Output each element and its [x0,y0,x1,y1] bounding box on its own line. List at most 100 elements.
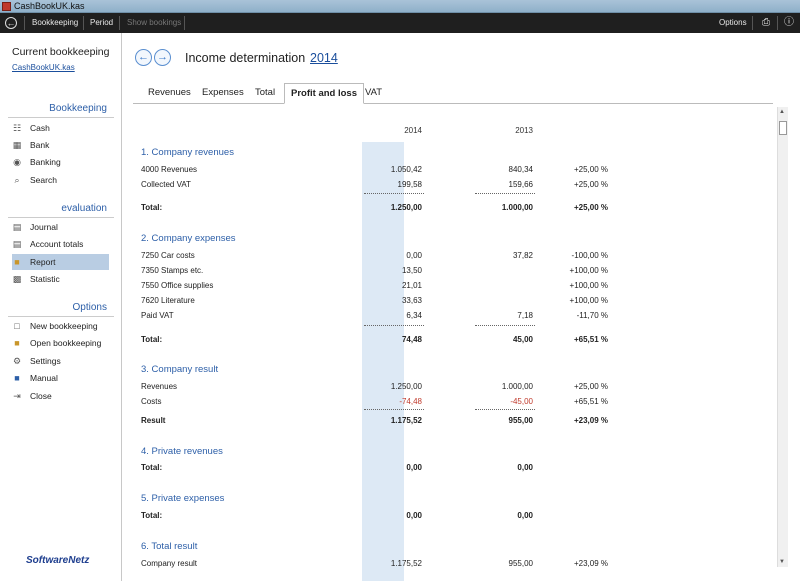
menu-separator [119,16,120,30]
scroll-thumb[interactable] [779,121,787,135]
column-header-2013: 2013 [515,126,533,135]
row-label: Company result [141,559,198,568]
value-2013: 840,34 [508,165,533,174]
value-change: +65,51 % [573,397,608,406]
section-title: 1. Company revenues [141,147,234,158]
sidebar-item-close[interactable]: ⇥ Close [12,388,109,404]
row-label: 7350 Stamps etc. [141,266,204,275]
globe-icon: ◉ [13,157,21,167]
dotted-separator [475,409,535,410]
menu-options[interactable]: Options [719,18,747,27]
current-file-link[interactable]: CashBookUK.kas [12,63,75,72]
sidebar-item-cash[interactable]: ☷ Cash [12,120,109,136]
sidebar-item-search[interactable]: ⌕ Search [12,172,109,188]
sidebar-item-label: Cash [30,123,50,133]
value-2014: 0,00 [406,251,422,260]
total-2014: 1.250,00 [390,203,422,212]
menu-separator [752,16,753,30]
menu-separator [24,16,25,30]
info-icon[interactable]: ⓘ [782,16,796,30]
section-evaluation: evaluation [61,203,107,214]
value-change: -100,00 % [571,251,608,260]
section-options: Options [72,302,107,313]
menu-separator [83,16,84,30]
sidebar-item-new-bookkeeping[interactable]: □ New bookkeeping [12,318,109,334]
sidebar-item-label: Search [30,175,57,185]
tab-bar: Revenues Expenses Total Profit and loss … [133,83,773,104]
page-year-link[interactable]: 2014 [310,51,338,65]
value-change: +25,00 % [573,165,608,174]
search-icon: ⌕ [14,175,20,185]
menu-bar: ← Bookkeeping Period Show bookings Optio… [0,13,800,33]
total-label: Total: [141,463,163,472]
dotted-separator [364,325,424,326]
menu-period[interactable]: Period [90,18,113,27]
value-change: +25,00 % [573,180,608,189]
next-arrow-icon[interactable]: → [154,49,171,66]
print-icon[interactable]: ⎙ [759,16,773,30]
value-2014: 1.050,42 [390,165,422,174]
total-label: Total: [141,511,163,520]
totals-icon: ▤ [12,239,22,249]
sidebar-item-bank[interactable]: ▦ Bank [12,137,109,153]
total-2013: 0,00 [517,511,533,520]
sidebar-item-statistic[interactable]: ▩ Statistic [12,271,109,287]
sidebar-item-settings[interactable]: ⚙ Settings [12,353,109,369]
sidebar-item-label: New bookkeeping [30,321,98,331]
vertical-scrollbar[interactable]: ▲ ▼ [777,107,788,567]
scroll-up-icon[interactable]: ▲ [779,109,785,115]
value-2014: 1.250,00 [390,382,422,391]
value-change: -11,70 % [576,311,608,320]
value-2013: 159,66 [508,180,533,189]
tab-vat[interactable]: VAT [365,87,382,98]
tab-revenues[interactable]: Revenues [148,87,191,98]
book-icon: ■ [14,373,20,383]
row-label: Costs [141,397,162,406]
total-2014: 0,00 [406,511,422,520]
sidebar-item-report[interactable]: ■ Report [12,254,109,270]
row-label: Revenues [141,382,178,391]
total-change: +23,09 % [573,416,608,425]
sidebar-item-manual[interactable]: ■ Manual [12,370,109,386]
menu-show-bookings[interactable]: Show bookings [127,18,181,27]
value-2013: 7,18 [517,311,533,320]
sidebar-item-journal[interactable]: ▤ Journal [12,219,109,235]
sidebar-item-label: Settings [30,356,61,366]
tab-profit-and-loss[interactable]: Profit and loss [284,83,364,104]
folder-icon: ■ [14,257,20,267]
sidebar-item-banking[interactable]: ◉ Banking [12,154,109,170]
bank-icon: ▦ [12,140,22,150]
column-header-2014: 2014 [404,126,422,135]
menu-bookkeeping[interactable]: Bookkeeping [32,18,78,27]
value-change: +100,00 % [569,296,608,305]
total-2013: 1.000,00 [501,203,533,212]
sidebar-item-label: Bank [30,140,50,150]
row-label: Collected VAT [141,180,191,189]
back-arrow-icon[interactable]: ← [5,17,17,29]
previous-arrow-icon[interactable]: ← [135,49,152,66]
sidebar-item-label: Open bookkeeping [30,338,102,348]
value-2014: 199,58 [397,180,422,189]
sidebar-item-open-bookkeeping[interactable]: ■ Open bookkeeping [12,335,109,351]
total-2014: 0,00 [406,463,422,472]
total-change: +25,00 % [573,203,608,212]
divider [8,117,114,118]
tab-expenses[interactable]: Expenses [202,87,244,98]
scroll-down-icon[interactable]: ▼ [779,559,785,565]
section-title: 5. Private expenses [141,493,225,504]
value-change: +23,09 % [573,559,608,568]
section-bookkeeping: Bookkeeping [49,103,107,114]
open-folder-icon: ■ [14,338,20,348]
row-label: 7250 Car costs [141,251,195,260]
value-2014: -74,48 [399,397,422,406]
dotted-separator [475,325,535,326]
sidebar-item-account-totals[interactable]: ▤ Account totals [12,236,109,252]
value-2013: -45,00 [510,397,533,406]
window-titlebar: CashBookUK.kas [0,0,800,13]
journal-icon: ▤ [12,222,22,232]
row-label: 7550 Office supplies [141,281,214,290]
sidebar-item-label: Report [30,257,56,267]
tab-total[interactable]: Total [255,87,275,98]
sidebar: Current bookkeeping CashBookUK.kas Bookk… [0,33,122,581]
section-title: 4. Private revenues [141,446,223,457]
